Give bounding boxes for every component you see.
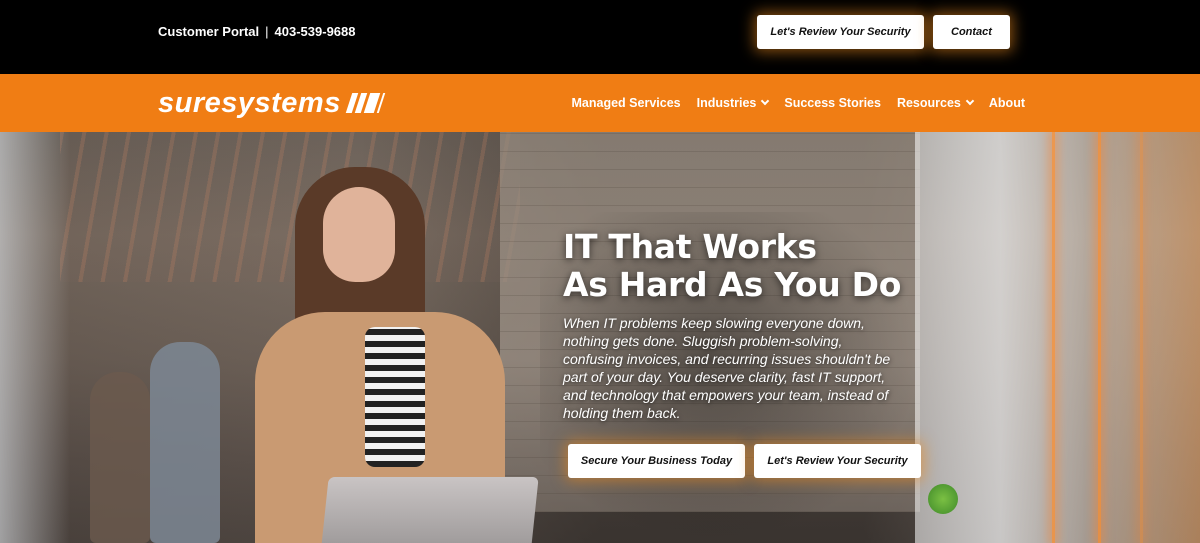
phone-link[interactable]: 403-539-9688 bbox=[275, 24, 356, 39]
main-nav: suresystems Managed Services Industries … bbox=[0, 74, 1200, 132]
hero-content: IT That Works As Hard As You Do When IT … bbox=[563, 228, 913, 422]
hero-photo-background-people bbox=[80, 332, 240, 543]
nav-item-label: Success Stories bbox=[784, 96, 881, 110]
hero-photo-plant bbox=[928, 484, 958, 514]
logo-bars-icon bbox=[345, 93, 386, 113]
hero-photo-light-streak bbox=[1098, 132, 1101, 543]
portal-info: Customer Portal | 403-539-9688 bbox=[158, 24, 356, 39]
hero-title: IT That Works As Hard As You Do bbox=[563, 228, 913, 304]
hero-section: IT That Works As Hard As You Do When IT … bbox=[0, 132, 1200, 543]
hero-photo-light-streak bbox=[1140, 132, 1143, 543]
nav-items: Managed Services Industries Success Stor… bbox=[572, 74, 1025, 132]
portal-separator: | bbox=[265, 24, 269, 39]
secure-business-button[interactable]: Secure Your Business Today bbox=[568, 444, 745, 478]
nav-item-success-stories[interactable]: Success Stories bbox=[784, 96, 881, 110]
hero-photo-light-streak bbox=[1052, 132, 1055, 543]
chevron-down-icon bbox=[761, 96, 770, 106]
nav-item-industries[interactable]: Industries bbox=[696, 96, 770, 110]
review-security-button-top[interactable]: Let's Review Your Security bbox=[757, 15, 924, 49]
nav-item-resources[interactable]: Resources bbox=[896, 96, 975, 110]
nav-item-about[interactable]: About bbox=[989, 96, 1025, 110]
logo[interactable]: suresystems bbox=[158, 86, 386, 119]
review-security-button-hero[interactable]: Let's Review Your Security bbox=[754, 444, 921, 478]
nav-item-managed-services[interactable]: Managed Services bbox=[572, 96, 681, 110]
hero-photo-laptop bbox=[321, 477, 539, 543]
nav-item-label: Resources bbox=[896, 96, 961, 110]
hero-photo-left-glow bbox=[0, 132, 70, 543]
nav-item-label: About bbox=[988, 96, 1025, 110]
nav-item-label: Industries bbox=[696, 96, 757, 110]
hero-title-line1: IT That Works bbox=[563, 227, 817, 266]
chevron-down-icon bbox=[965, 96, 975, 106]
customer-portal-link[interactable]: Customer Portal bbox=[158, 24, 259, 39]
hero-body: When IT problems keep slowing everyone d… bbox=[563, 315, 891, 421]
hero-photo-window bbox=[915, 132, 1200, 543]
contact-button[interactable]: Contact bbox=[933, 15, 1010, 49]
logo-text: suresystems bbox=[158, 86, 341, 119]
top-bar: Customer Portal | 403-539-9688 Let's Revie… bbox=[0, 0, 1200, 74]
nav-item-label: Managed Services bbox=[571, 96, 681, 110]
hero-title-line2: As Hard As You Do bbox=[563, 265, 902, 304]
